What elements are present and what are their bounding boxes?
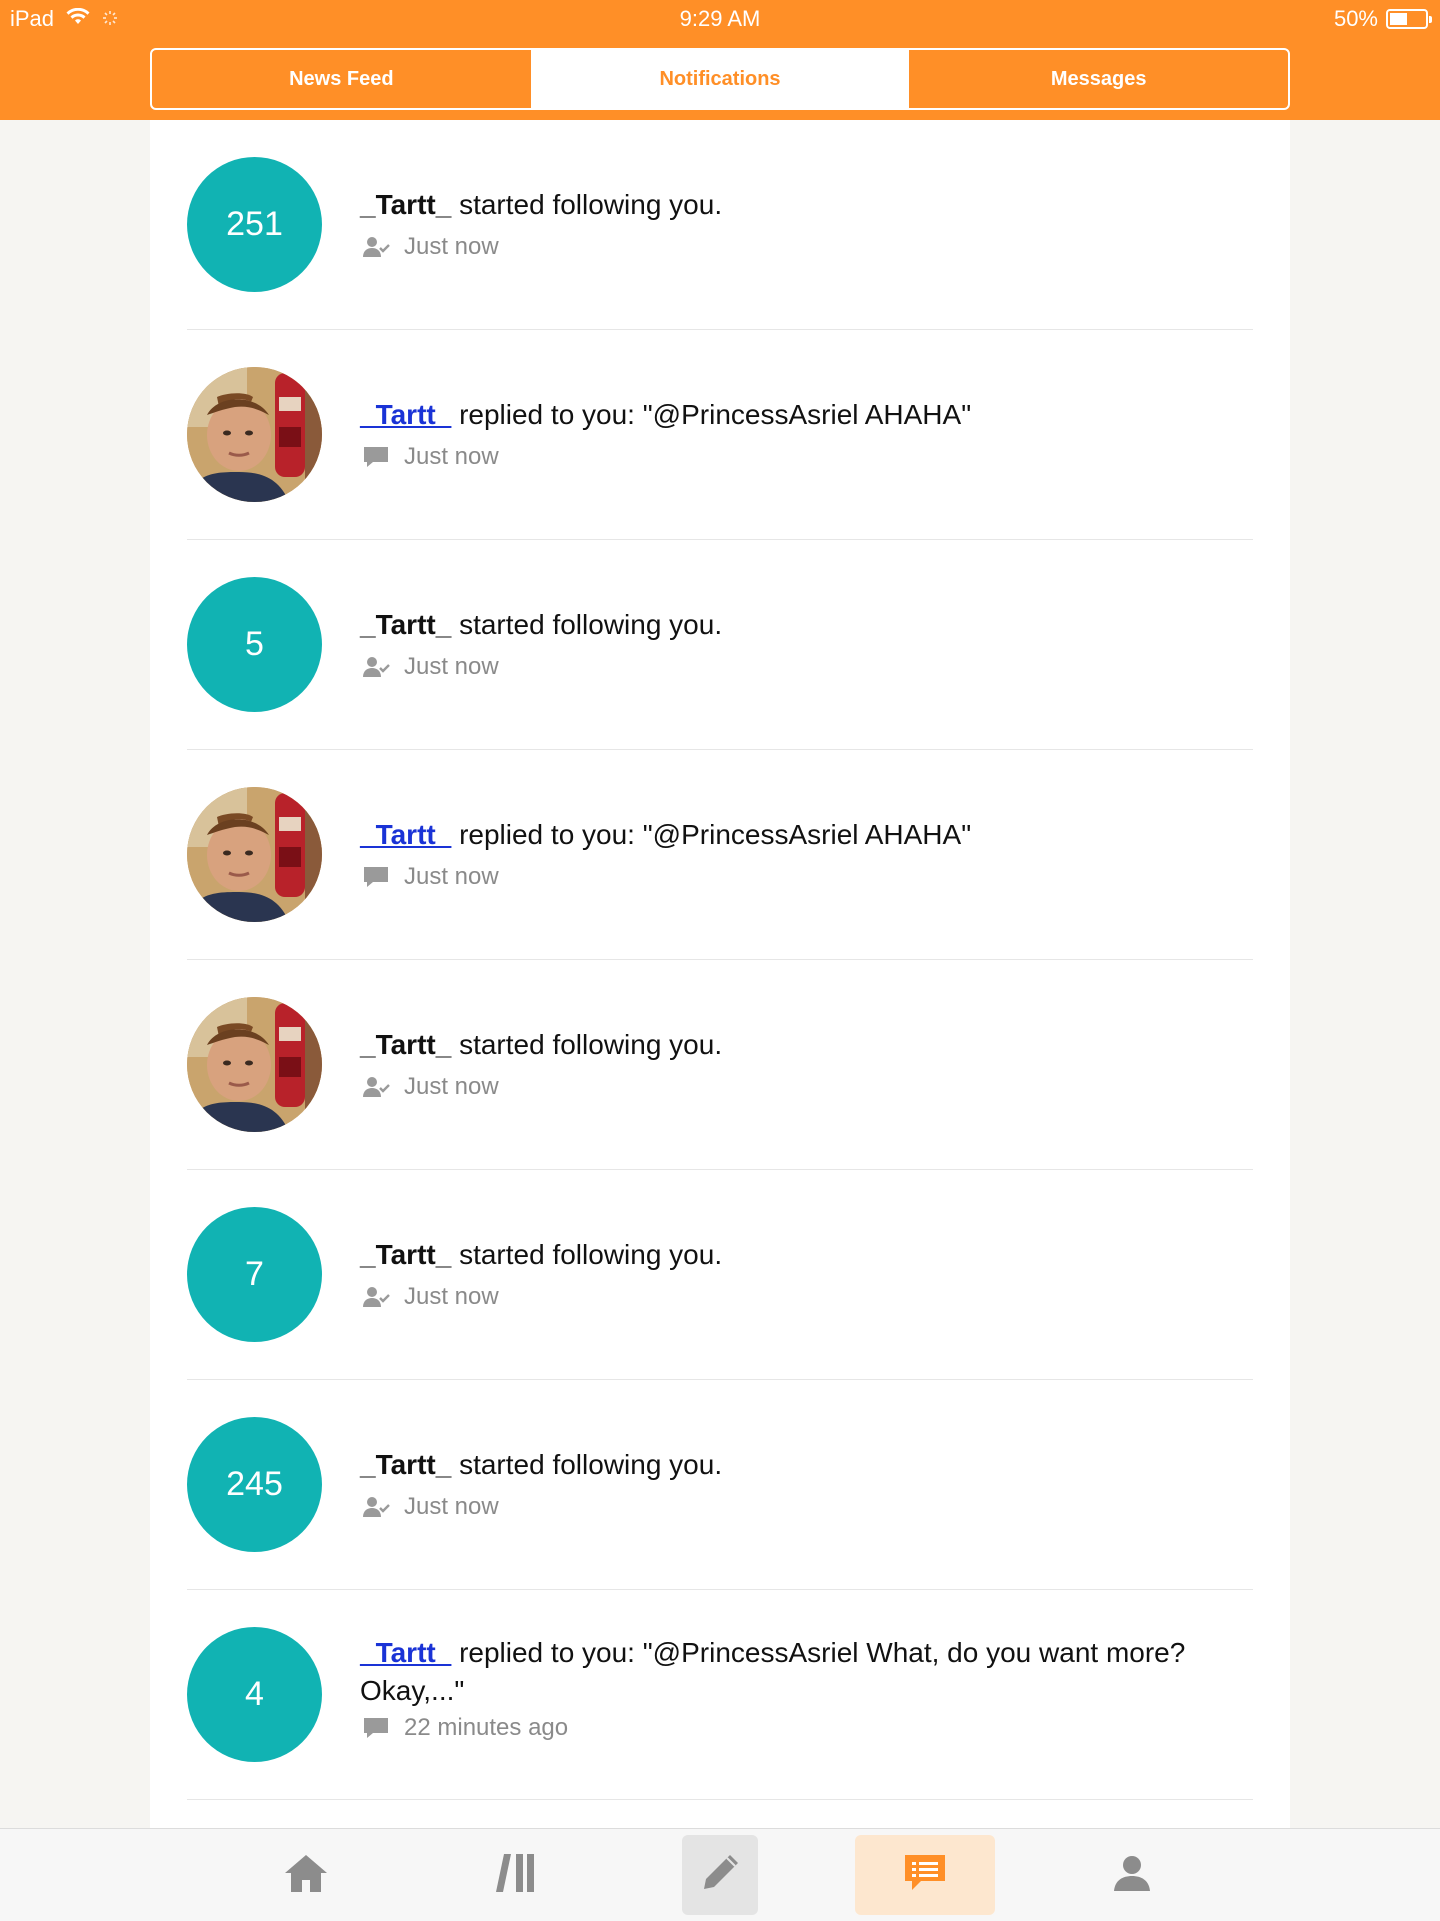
notification-text: _Tartt_ replied to you: "@PrincessAsriel… <box>360 396 1220 434</box>
notification-time: Just now <box>404 443 499 470</box>
notification-time: Just now <box>404 653 499 680</box>
battery-icon <box>1386 9 1432 29</box>
tab-notifications[interactable]: Notifications <box>530 50 910 108</box>
clock: 9:29 AM <box>679 6 761 31</box>
username-link: _Tartt_ <box>360 1239 452 1270</box>
notification-message: replied to you: "@PrincessAsriel AHAHA" <box>451 399 972 430</box>
notification-meta: Just now <box>362 1283 499 1311</box>
notification-message: started following you. <box>451 1239 723 1270</box>
segmented-tabs: News Feed Notifications Messages <box>150 48 1290 110</box>
notifications-list: 251 _Tartt_ started following you. Just no… <box>150 120 1290 1828</box>
notification-message: started following you. <box>451 609 723 640</box>
notification-meta: Just now <box>362 863 499 891</box>
user-check-icon <box>362 655 390 679</box>
notification-message: started following you. <box>451 189 723 220</box>
comment-icon <box>362 445 390 469</box>
status-right: 50% <box>1333 6 1432 32</box>
nav-profile-button[interactable] <box>1062 1835 1202 1915</box>
notification-message: replied to you: "@PrincessAsriel AHAHA" <box>451 819 972 850</box>
notification-meta: Just now <box>362 653 499 681</box>
username-link: _Tartt_ <box>360 189 452 220</box>
avatar-count[interactable]: 4 <box>187 1627 322 1762</box>
notifications-list-icon <box>901 1851 949 1900</box>
notification-message: started following you. <box>451 1449 723 1480</box>
notification-item[interactable]: 4 _Tartt_ replied to you: "@PrincessAsrie… <box>187 1590 1253 1800</box>
notification-message: replied to you: "@PrincessAsriel What, d… <box>360 1637 1186 1706</box>
avatar-count[interactable]: 7 <box>187 1207 322 1342</box>
notification-time: Just now <box>404 1493 499 1520</box>
bottom-nav <box>0 1828 1440 1921</box>
user-check-icon <box>362 1075 390 1099</box>
notification-meta: Just now <box>362 233 499 261</box>
avatar-photo[interactable] <box>187 367 322 502</box>
avatar-count[interactable]: 5 <box>187 577 322 712</box>
battery-level-fill <box>1390 13 1407 25</box>
tab-news-feed[interactable]: News Feed <box>152 50 531 108</box>
username-link: _Tartt_ <box>360 1029 452 1060</box>
notification-item[interactable]: _Tartt_ replied to you: "@PrincessAsriel… <box>187 330 1253 540</box>
top-bar: iPad 9:29 AM 50% News Feed Notifications… <box>0 0 1440 120</box>
tab-messages[interactable]: Messages <box>909 50 1288 108</box>
notification-time: Just now <box>404 1073 499 1100</box>
nav-home-button[interactable] <box>236 1835 376 1915</box>
battery-percent: 50% <box>1333 6 1378 31</box>
notification-item[interactable]: 5 _Tartt_ started following you. Just now <box>187 540 1253 750</box>
notification-text: _Tartt_ replied to you: "@PrincessAsriel… <box>360 1634 1220 1710</box>
avatar-photo[interactable] <box>187 787 322 922</box>
avatar-count[interactable]: 245 <box>187 1417 322 1552</box>
notification-time: Just now <box>404 233 499 260</box>
notification-item[interactable]: _Tartt_ started following you. Just now <box>187 960 1253 1170</box>
notification-text: _Tartt_ started following you. <box>360 186 1220 224</box>
notification-time: 22 minutes ago <box>404 1714 569 1741</box>
notification-meta: 22 minutes ago <box>362 1714 568 1742</box>
notification-text: _Tartt_ replied to you: "@PrincessAsriel… <box>360 816 1220 854</box>
home-icon <box>282 1851 330 1900</box>
user-check-icon <box>362 1495 390 1519</box>
avatar-count[interactable]: 251 <box>187 157 322 292</box>
notification-message: started following you. <box>451 1029 723 1060</box>
user-check-icon <box>362 235 390 259</box>
notification-time: Just now <box>404 1283 499 1310</box>
notification-item[interactable]: _Tartt_ replied to you: "@PrincessAsriel… <box>187 750 1253 960</box>
username-link: _Tartt_ <box>360 609 452 640</box>
comment-icon <box>362 865 390 889</box>
profile-icon <box>1110 1851 1154 1900</box>
user-check-icon <box>362 1285 390 1309</box>
notification-item[interactable]: 7 _Tartt_ started following you. Just now <box>187 1170 1253 1380</box>
nav-notifications-button[interactable] <box>855 1835 995 1915</box>
library-icon <box>492 1850 540 1901</box>
username-link[interactable]: _Tartt_ <box>360 399 451 430</box>
username-link[interactable]: _Tartt_ <box>360 819 451 850</box>
notification-time: Just now <box>404 863 499 890</box>
notification-meta: Just now <box>362 443 499 471</box>
notification-meta: Just now <box>362 1493 499 1521</box>
notification-text: _Tartt_ started following you. <box>360 1236 1220 1274</box>
notification-text: _Tartt_ started following you. <box>360 1026 1220 1064</box>
notification-text: _Tartt_ started following you. <box>360 1446 1220 1484</box>
notification-item[interactable]: 251 _Tartt_ started following you. Just no… <box>187 120 1253 330</box>
comment-icon <box>362 1716 390 1740</box>
nav-write-button[interactable] <box>682 1835 758 1915</box>
nav-library-button[interactable] <box>446 1835 586 1915</box>
avatar-photo[interactable] <box>187 997 322 1132</box>
username-link: _Tartt_ <box>360 1449 452 1480</box>
notification-item[interactable]: 245 _Tartt_ started following you. Just no… <box>187 1380 1253 1590</box>
notification-meta: Just now <box>362 1073 499 1101</box>
username-link[interactable]: _Tartt_ <box>360 1637 451 1668</box>
pencil-icon <box>697 1850 743 1901</box>
notification-text: _Tartt_ started following you. <box>360 606 1220 644</box>
